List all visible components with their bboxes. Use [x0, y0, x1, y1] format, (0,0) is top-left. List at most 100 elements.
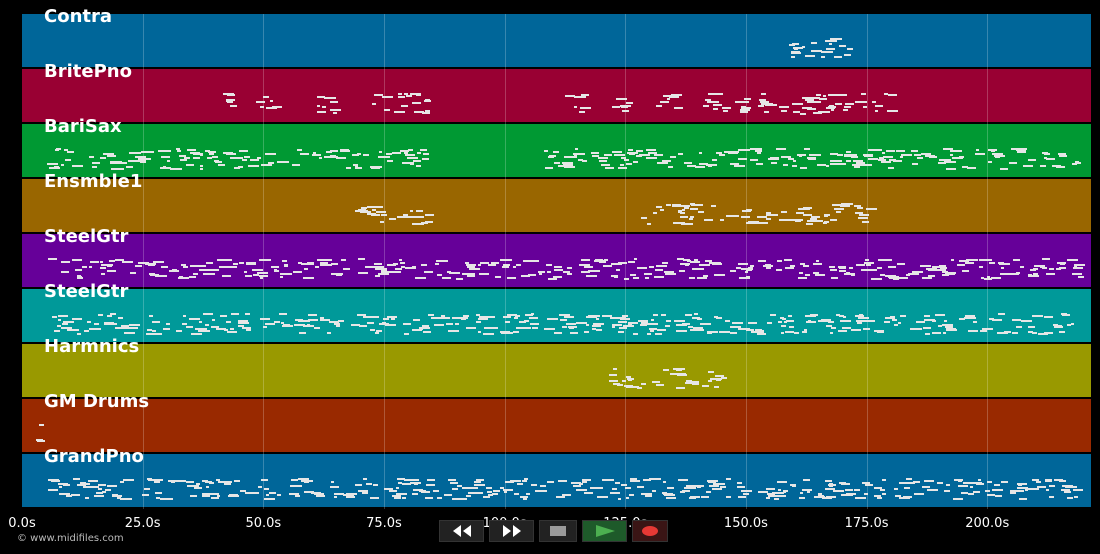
note-mark — [743, 98, 751, 101]
track-lane[interactable]: Ensmble1 — [22, 171, 1091, 232]
note-mark — [313, 327, 320, 330]
note-mark — [840, 203, 853, 206]
note-mark — [854, 100, 867, 103]
note-mark — [331, 156, 338, 159]
note-mark — [646, 149, 657, 152]
track-lane[interactable]: Contra — [22, 6, 1091, 67]
stop-button[interactable] — [539, 520, 577, 542]
note-mark — [699, 152, 703, 155]
rewind-button[interactable] — [439, 520, 484, 542]
note-mark — [413, 159, 421, 162]
note-mark — [829, 162, 840, 165]
note-mark — [1043, 316, 1054, 319]
note-mark — [280, 321, 284, 324]
note-mark — [713, 386, 719, 389]
note-mark — [249, 158, 260, 161]
note-mark — [367, 321, 375, 324]
note-mark — [165, 323, 171, 326]
note-mark — [793, 110, 800, 113]
note-mark — [686, 260, 691, 263]
note-mark — [647, 322, 658, 325]
note-mark — [468, 491, 477, 494]
note-mark — [260, 478, 269, 481]
note-mark — [412, 318, 420, 321]
note-mark — [404, 332, 409, 335]
note-mark — [627, 260, 636, 263]
note-mark — [662, 94, 669, 97]
note-mark — [644, 276, 650, 279]
note-mark — [207, 151, 216, 154]
note-mark — [298, 319, 310, 322]
note-mark — [273, 268, 278, 271]
note-mark — [360, 206, 367, 209]
note-mark — [39, 424, 44, 427]
note-mark — [230, 313, 239, 316]
fast-forward-button[interactable] — [489, 520, 534, 542]
note-mark — [845, 488, 854, 491]
note-mark — [294, 164, 300, 167]
note-mark — [208, 268, 219, 271]
track-lane[interactable]: Harmnics — [22, 336, 1091, 397]
note-mark — [562, 493, 572, 496]
note-mark — [677, 210, 683, 213]
note-mark — [784, 331, 795, 334]
note-mark — [829, 332, 833, 335]
track-lane[interactable]: GM Drums — [22, 391, 1091, 452]
note-mark — [874, 494, 882, 497]
note-mark — [304, 267, 308, 270]
note-mark — [415, 277, 426, 280]
note-mark — [655, 265, 668, 268]
note-mark — [837, 153, 844, 156]
note-mark — [598, 160, 607, 163]
note-mark — [673, 368, 685, 371]
note-mark — [757, 216, 768, 219]
note-mark — [604, 153, 612, 156]
note-mark — [101, 273, 106, 276]
note-mark — [516, 263, 522, 266]
note-mark — [1046, 488, 1050, 491]
note-mark — [422, 157, 429, 160]
note-mark — [925, 332, 930, 335]
note-mark — [813, 272, 820, 275]
track-timeline[interactable]: Contra BritePno BariSax Ensmble1 SteelGtr Ste… — [22, 6, 1091, 509]
note-mark — [1024, 489, 1029, 492]
note-mark — [115, 259, 124, 262]
note-mark — [257, 268, 261, 271]
note-mark — [998, 261, 1005, 264]
track-lane[interactable]: BritePno — [22, 61, 1091, 122]
note-mark — [790, 264, 795, 267]
note-mark — [259, 275, 269, 278]
note-mark — [678, 153, 684, 156]
note-mark — [494, 276, 502, 278]
note-mark — [1000, 167, 1009, 170]
note-mark — [872, 100, 877, 103]
note-mark — [784, 259, 792, 262]
note-mark — [992, 489, 1003, 492]
note-mark — [712, 103, 722, 106]
note-mark — [553, 276, 563, 279]
play-button[interactable] — [582, 520, 627, 542]
note-mark — [952, 497, 963, 500]
note-mark — [690, 260, 700, 263]
note-mark — [1059, 154, 1067, 157]
note-mark — [248, 164, 260, 167]
note-mark — [726, 495, 731, 498]
note-mark — [785, 267, 795, 270]
record-button[interactable] — [632, 520, 668, 542]
note-mark — [866, 208, 877, 211]
note-mark — [284, 273, 292, 276]
note-mark — [1073, 266, 1083, 269]
note-mark — [740, 268, 753, 271]
note-mark — [894, 324, 898, 327]
note-mark — [924, 315, 931, 318]
note-mark — [1044, 332, 1054, 335]
note-mark — [378, 151, 383, 154]
note-mark — [417, 151, 422, 154]
note-mark — [842, 316, 847, 319]
note-mark — [250, 492, 259, 495]
note-mark — [265, 323, 276, 326]
note-mark — [693, 258, 698, 261]
note-mark — [1016, 487, 1029, 490]
note-mark — [178, 155, 186, 158]
note-mark — [222, 93, 234, 96]
